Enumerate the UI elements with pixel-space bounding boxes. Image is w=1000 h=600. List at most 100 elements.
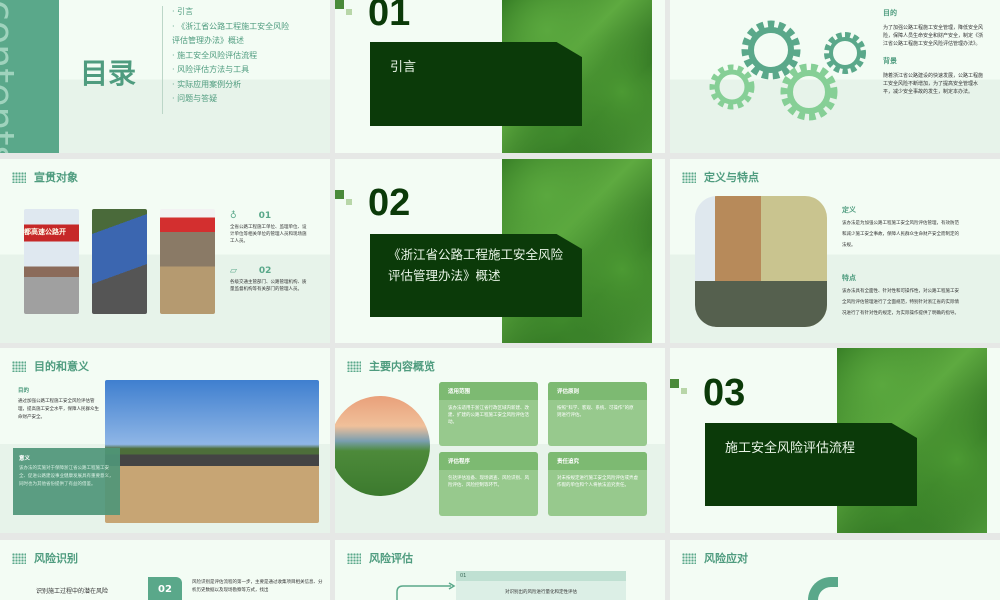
section-number: 03 [703, 372, 746, 414]
definition-block: 定义 该办法是为加强公路工程施工安全风险评估管理，有效防范和减少施工安全事故，保… [842, 205, 962, 319]
overview-card: 评估程序 包括评估准备、现场调查、风险识别、风险评估、风险控制等环节。 [439, 452, 538, 516]
slide-title: 风险评估 [369, 552, 413, 565]
lightbulb-icon: ♁ [230, 211, 237, 221]
section-title: 施工安全风险评估流程 [725, 441, 856, 456]
purpose-text: 为了加强公路工程施工安全管理，降低安全风险，保障人员生命安全和财产安全，制定《浙… [883, 25, 984, 47]
slide-risk-response[interactable]: 风险应对 [670, 540, 1000, 600]
section-title-box: 《浙江省公路工程施工安全风险评估管理办法》概述 [370, 234, 582, 317]
features-text: 该办法具有全面性、针对性和可操作性，对公路工程施工安全风险评估管理进行了全面规范… [842, 289, 959, 316]
gear-icon [780, 63, 838, 121]
slide-title: 主要内容概览 [369, 360, 435, 373]
audience-item: ▱ 02 各级交通主管部门、公路管理机构、质量监督机构等有关部门的管理人员。 [230, 266, 310, 293]
toc-item[interactable]: · 风险评估方法与工具 [172, 63, 297, 78]
purpose-block: 目的 为了加强公路工程施工安全管理，降低安全风险，保障人员生命安全和财产安全，制… [883, 8, 983, 96]
section-title: 《浙江省公路工程施工安全风险评估管理办法》概述 [388, 247, 564, 283]
item-number: 01 [258, 211, 272, 221]
photo-banner-text: 都高速公路开 [24, 228, 66, 236]
slide-toc[interactable]: contents 目录 · 引言 · 《浙江省公路工程施工安全风险评估管理办法》… [0, 0, 330, 153]
slide-header: 目的和意义 [12, 358, 89, 374]
toc-item-label: 问题与答疑 [177, 94, 218, 103]
bridge-photo [335, 396, 430, 496]
square-decor [346, 199, 352, 205]
item-number: 02 [258, 266, 272, 276]
arrow-icon [396, 582, 456, 600]
overview-card: 评估原则按照“科学、客观、系统、可操作”的原则进行评估。 [548, 382, 647, 446]
slide-title: 宣贯对象 [34, 171, 78, 184]
meeting-photo [160, 209, 215, 314]
card-title: 评估原则 [548, 382, 647, 400]
road-construction-photo [105, 380, 319, 523]
gear-icon [709, 64, 755, 110]
slide-definition[interactable]: 定义与特点 定义 该办法是为加强公路工程施工安全风险评估管理，有效防范和减少施工… [670, 159, 1000, 343]
toc-item-label: 实际应用案例分析 [177, 79, 242, 89]
step-text: 对识别出的风险进行量化和定性评估 [456, 581, 626, 600]
slide-significance[interactable]: 目的和意义 目的 通过加强公路工程施工安全风险评估管理，提高施工安全水平，保障人… [0, 348, 330, 533]
megaphone-photo [695, 196, 827, 327]
contents-watermark: contents [0, 0, 22, 153]
card-text: 该办法适用于浙江省行政区域内新建、改建、扩建的公路工程施工安全风险评估活动。 [448, 406, 529, 425]
slide-audience[interactable]: 宣贯对象 都高速公路开 ♁ 01 全省公路工程施工单位、监理单位、设计单位等相关单… [0, 159, 330, 343]
card-text: 按照“科学、客观、系统、可操作”的原则进行评估。 [557, 406, 634, 418]
square-decor [681, 388, 687, 394]
toc-item[interactable]: · 引言 [172, 5, 297, 20]
meaning-text: 该办法的实施对于保障浙江省公路工程施工安全、促进公路建设事业健康发展具有重要意义… [19, 466, 114, 487]
ceremony-photo: 都高速公路开 [24, 209, 79, 314]
purpose-block: 目的 通过加强公路工程施工安全风险评估管理，提高施工安全水平，保障人民群众生命财… [18, 386, 100, 422]
step-number: 02 [148, 577, 182, 600]
toc-item[interactable]: · 施工安全风险评估流程 [172, 49, 297, 64]
slide-purpose-background[interactable]: 目的 为了加强公路工程施工安全管理，降低安全风险，保障人员生命安全和财产安全，制… [670, 0, 1000, 153]
gear-icon [741, 20, 801, 80]
toc-item-label: 施工安全风险评估流程 [177, 50, 258, 60]
toc-list: · 引言 · 《浙江省公路工程施工安全风险评估管理办法》概述 · 施工安全风险评… [172, 5, 297, 107]
card-title: 责任追究 [548, 452, 647, 470]
step-text: 风险识别是评估流程的第一步，主要是通过收集项目相关信息、分析历史数据以及现场勘察… [192, 580, 323, 593]
slide-section-02[interactable]: 02 《浙江省公路工程施工安全风险评估管理办法》概述 [335, 159, 665, 343]
dots-icon [12, 552, 26, 564]
dots-icon [347, 360, 361, 372]
slide-title: 定义与特点 [704, 171, 759, 184]
divider [162, 6, 163, 114]
slide-header: 宣贯对象 [12, 169, 78, 185]
slide-title: 目的和意义 [34, 360, 89, 373]
square-decor [335, 190, 344, 199]
meaning-box: 意义 该办法的实施对于保障浙江省公路工程施工安全、促进公路建设事业健康发展具有重… [13, 448, 120, 515]
background-text: 随着浙江省公路建设的快速发展，公路工程施工安全风险不断增加，为了提高安全管理水平… [883, 73, 984, 95]
toc-item[interactable]: · 问题与答疑 [172, 92, 297, 107]
gear-icon [824, 32, 866, 74]
slide-header: 风险应对 [682, 550, 748, 566]
slide-title: 风险识别 [34, 552, 78, 565]
toc-item[interactable]: · 实际应用案例分析 [172, 78, 297, 93]
section-title: 引言 [390, 60, 417, 75]
slide-risk-evaluation[interactable]: 风险评估 01 对识别出的风险进行量化和定性评估 [335, 540, 665, 600]
item-text: 全省公路工程施工单位、监理单位、设计单位等相关单位的管理人员和现场施工人员。 [230, 225, 307, 244]
step-number: 01 [456, 571, 626, 581]
dots-icon [12, 171, 26, 183]
item-text: 各级交通主管部门、公路管理机构、质量监督机构等有关部门的管理人员。 [230, 280, 307, 292]
purpose-title: 目的 [883, 9, 897, 17]
workers-photo [92, 209, 147, 314]
card-title: 适用范围 [439, 382, 538, 400]
slide-overview[interactable]: 主要内容概览 适用范围该办法适用于浙江省行政区域内新建、改建、扩建的公路工程施工… [335, 348, 665, 533]
toc-item-label: 《浙江省公路工程施工安全风险评估管理办法》概述 [172, 21, 290, 46]
purpose-text: 通过加强公路工程施工安全风险评估管理，提高施工安全水平，保障人民群众生命财产安全… [18, 399, 99, 420]
toc-item[interactable]: · 《浙江省公路工程施工安全风险评估管理办法》概述 [172, 20, 297, 49]
slide-section-03[interactable]: 03 施工安全风险评估流程 [670, 348, 1000, 533]
ruler-icon: ▱ [230, 266, 237, 276]
dots-icon [12, 360, 26, 372]
audience-item: ♁ 01 全省公路工程施工单位、监理单位、设计单位等相关单位的管理人员和现场施工人… [230, 211, 310, 245]
slide-section-01[interactable]: 01 引言 [335, 0, 665, 153]
slide-risk-identification[interactable]: 风险识别 识别施工过程中的潜在风险 02 风险识别是评估流程的第一步，主要是通过… [0, 540, 330, 600]
risk-text: 识别施工过程中的潜在风险 [36, 588, 109, 595]
features-title: 特点 [842, 274, 856, 282]
definition-title: 定义 [842, 206, 856, 214]
section-title-box: 施工安全风险评估流程 [705, 423, 917, 506]
slide-header: 风险识别 [12, 550, 78, 566]
square-decor [670, 379, 679, 388]
card-title: 评估程序 [439, 452, 538, 470]
overview-card: 适用范围该办法适用于浙江省行政区域内新建、改建、扩建的公路工程施工安全风险评估活… [439, 382, 538, 446]
section-number: 01 [368, 0, 411, 34]
dots-icon [682, 552, 696, 564]
slide-header: 风险评估 [347, 550, 413, 566]
dots-icon [347, 552, 361, 564]
toc-item-label: 引言 [177, 7, 194, 16]
